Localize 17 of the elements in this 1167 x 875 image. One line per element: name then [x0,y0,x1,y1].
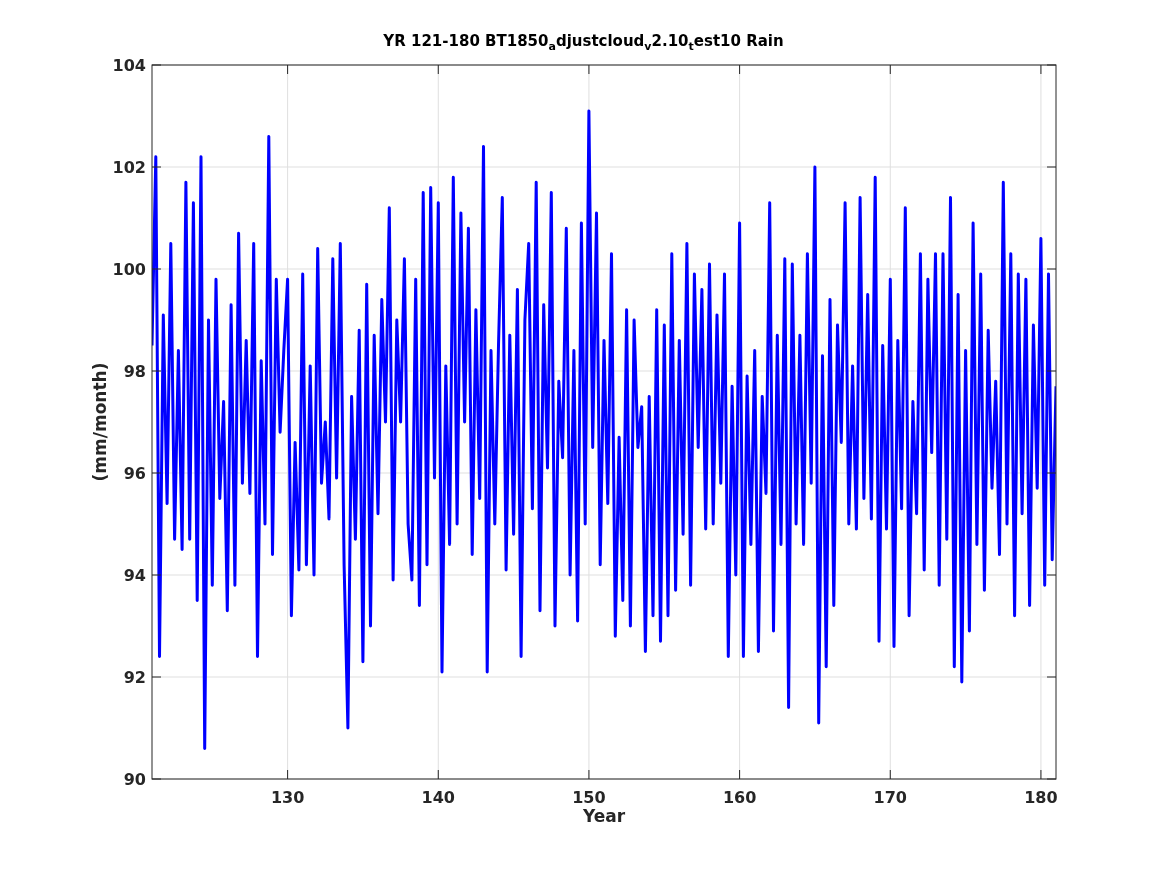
y-tick-label: 100 [112,260,146,279]
x-tick-label: 180 [1024,788,1058,807]
x-axis-label: Year [582,806,626,826]
x-tick-label: 140 [421,788,455,807]
y-tick-label: 90 [123,770,146,789]
y-tick-label: 92 [123,668,146,687]
y-tick-label: 98 [123,362,146,381]
y-tick-label: 94 [123,566,146,585]
y-tick-label: 104 [112,56,146,75]
x-tick-label: 150 [572,788,606,807]
y-tick-label: 96 [123,464,146,483]
x-tick-label: 160 [722,788,757,807]
x-tick-label: 170 [873,788,907,807]
chart-title: YR 121-180 BT1850$_{a}$djustcloud$_{v}$2.10$_{t}$est10 Rain [383,32,784,55]
y-axis-label: (mm/month) [90,362,110,482]
x-tick-label: 130 [270,788,305,807]
y-tick-label: 102 [112,158,146,177]
